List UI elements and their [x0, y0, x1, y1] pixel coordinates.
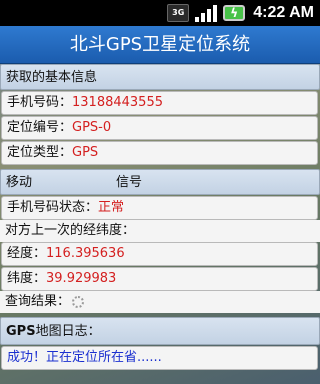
- location-id-value: GPS-0: [72, 120, 112, 135]
- gps-log-header: GPS地图日志：: [0, 317, 320, 345]
- info-panel: 获取的基本信息 手机号码：13188443555 定位编号：GPS-0 定位类型…: [0, 64, 320, 370]
- longitude-row: 经度：116.395636: [1, 242, 318, 266]
- carrier-signal-header: 移动 信号: [0, 169, 320, 195]
- longitude-label: 经度：: [7, 246, 47, 261]
- signal-icon: [195, 4, 218, 22]
- latitude-label: 纬度：: [7, 271, 47, 286]
- location-id-row: 定位编号：GPS-0: [1, 116, 318, 140]
- app-title: 北斗GPS卫星定位系统: [0, 26, 320, 64]
- location-type-value: GPS: [72, 145, 99, 160]
- 3g-icon: 3G: [167, 4, 190, 22]
- last-coords-label: 对方上一次的经纬度：: [0, 220, 320, 242]
- phone-number-row: 手机号码：13188443555: [1, 91, 318, 115]
- status-bar: 3G ϟ 4:22 AM: [0, 0, 320, 26]
- query-result-label: 查询结果：: [5, 294, 71, 309]
- gps-log-header-bold: GPS: [6, 324, 36, 339]
- phone-number-label: 手机号码：: [7, 95, 73, 110]
- location-type-label: 定位类型：: [7, 145, 73, 160]
- phone-status-row: 手机号码状态：正常: [1, 196, 318, 220]
- basic-info-header: 获取的基本信息: [0, 64, 320, 90]
- latitude-value: 39.929983: [46, 271, 117, 286]
- query-result-row: 查询结果：: [0, 291, 320, 313]
- signal-label: 信号: [116, 175, 143, 190]
- location-type-row: 定位类型：GPS: [1, 141, 318, 165]
- latitude-row: 纬度：39.929983: [1, 267, 318, 291]
- clock: 4:22 AM: [253, 4, 314, 21]
- location-id-label: 定位编号：: [7, 120, 73, 135]
- gps-log-message-row: 成功！正在定位所在省......: [1, 346, 318, 370]
- phone-status-value: 正常: [98, 200, 125, 215]
- phone-number-value: 13188443555: [72, 95, 163, 110]
- phone-status-label: 手机号码状态：: [7, 200, 99, 215]
- gps-log-message: 成功！正在定位所在省......: [7, 350, 162, 365]
- battery-charging-icon: ϟ: [223, 5, 246, 21]
- carrier-label: 移动: [6, 175, 33, 190]
- gps-log-header-rest: 地图日志：: [35, 324, 101, 339]
- loading-spinner-icon: [72, 295, 85, 308]
- longitude-value: 116.395636: [46, 246, 125, 261]
